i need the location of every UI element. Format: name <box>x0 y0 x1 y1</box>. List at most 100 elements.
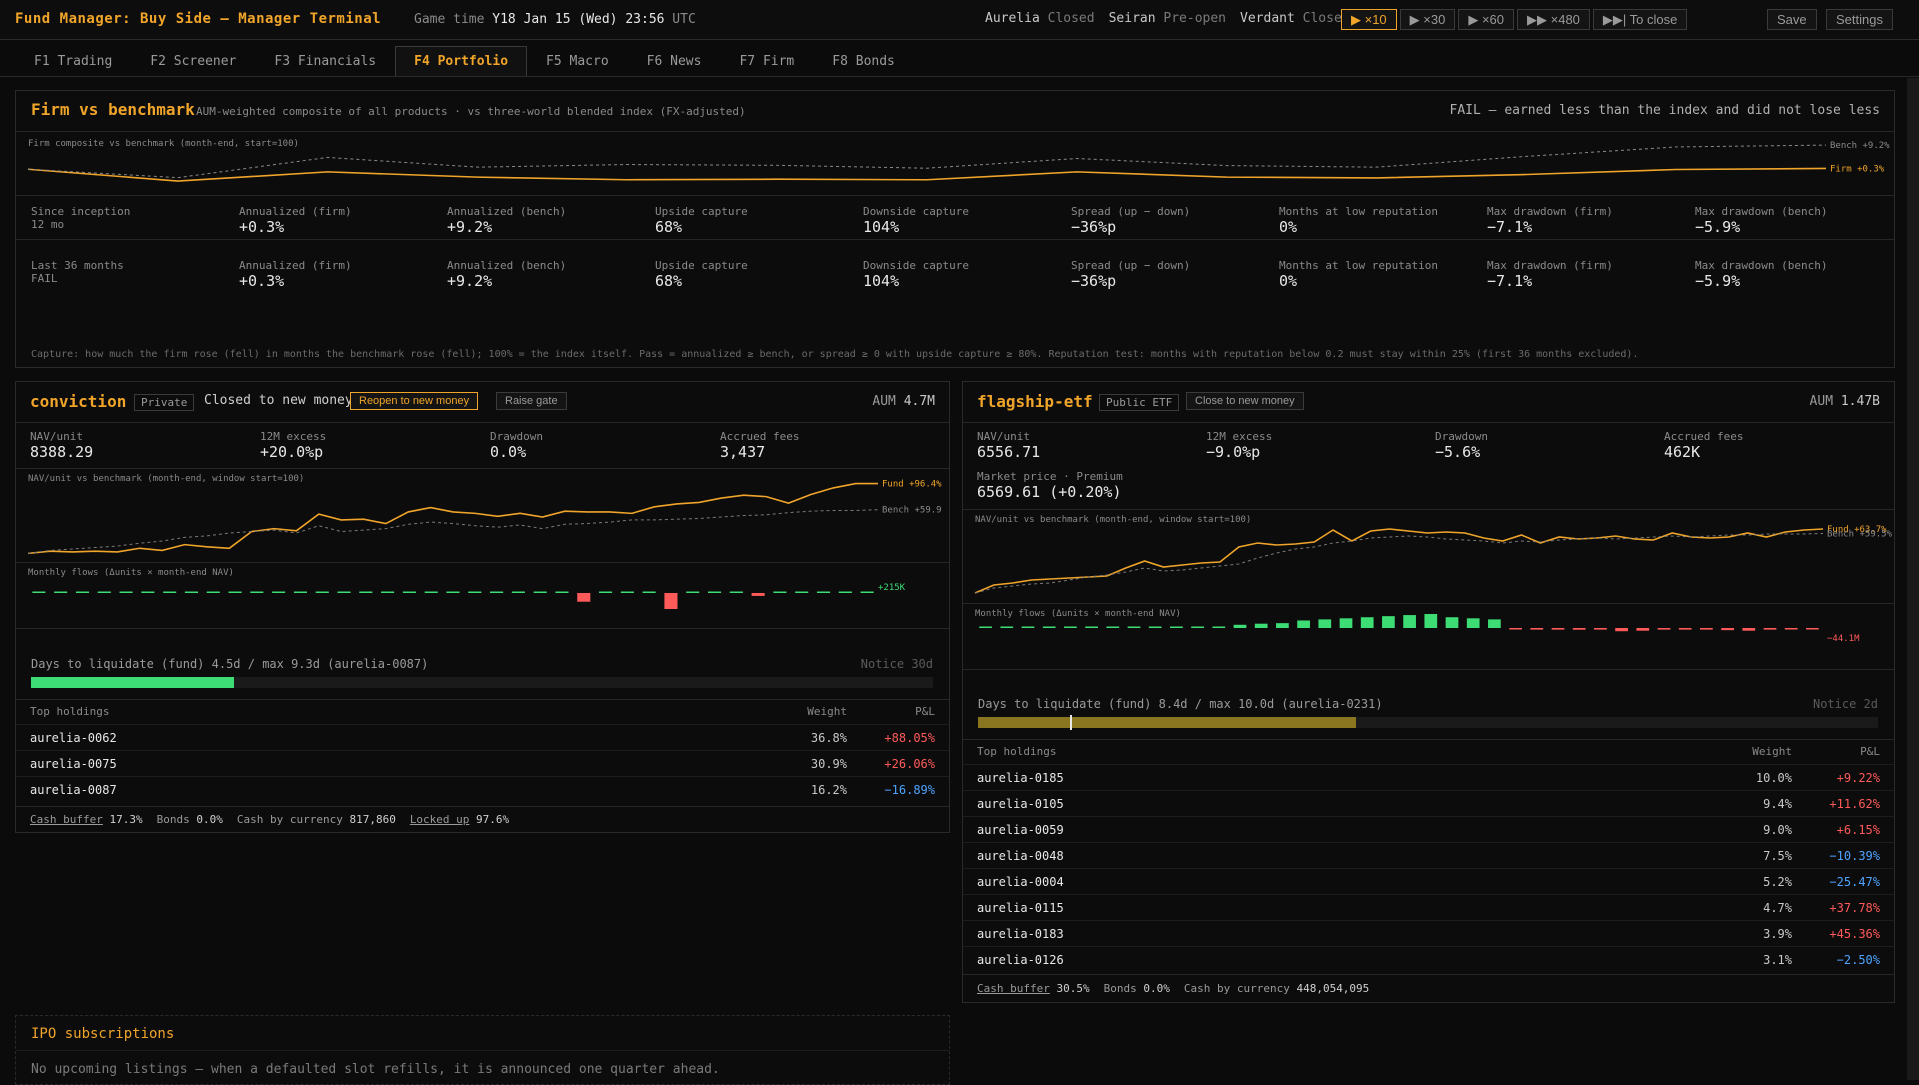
fund-stats: NAV/unit 8388.29 12M excess +20.0%p Drawdown… <box>16 422 949 466</box>
market-price-label: Market price · Premium <box>977 470 1123 483</box>
tab-trading[interactable]: F1 Trading <box>15 46 131 77</box>
series-line-bench <box>974 533 1824 594</box>
holding-ticker[interactable]: aurelia-0048 <box>977 849 1064 863</box>
stat-label: Months at low reputation <box>1279 205 1438 218</box>
holding-row[interactable]: aurelia-0048 7.5% −10.39% <box>963 842 1894 868</box>
holding-row[interactable]: aurelia-0115 4.7% +37.78% <box>963 894 1894 920</box>
speed-button-2[interactable]: ▶ ×60 <box>1458 9 1515 30</box>
holding-pnl: −2.50% <box>1836 953 1880 967</box>
holding-row[interactable]: aurelia-0062 36.8% +88.05% <box>16 724 949 750</box>
stat-label: NAV/unit <box>30 430 83 443</box>
flow-bar <box>773 591 787 593</box>
stat-period: Last 36 months FAIL <box>31 259 124 285</box>
stat-value: −9.0%p <box>1206 443 1261 461</box>
firm-verdict: FAIL — earned less than the index and di… <box>1449 103 1880 118</box>
holding-row[interactable]: aurelia-0087 16.2% −16.89% <box>16 776 949 802</box>
holding-ticker[interactable]: aurelia-0105 <box>977 797 1064 811</box>
reopen-to-new-money-button[interactable]: Reopen to new money <box>350 392 479 410</box>
page-scrollbar[interactable] <box>1907 78 1919 1080</box>
divider <box>16 131 1894 132</box>
raise-gate-button[interactable]: Raise gate <box>496 392 567 410</box>
holding-row[interactable]: aurelia-0004 5.2% −25.47% <box>963 868 1894 894</box>
holding-ticker[interactable]: aurelia-0004 <box>977 875 1064 889</box>
series-end-label: Fund +96.4% <box>882 480 942 490</box>
speed-button-0[interactable]: ▶ ×10 <box>1341 9 1397 30</box>
liquidation-label: Days to liquidate (fund) 4.5d / max 9.3d… <box>31 657 429 671</box>
holding-row[interactable]: aurelia-0183 3.9% +45.36% <box>963 920 1894 946</box>
stat-value: −36%p <box>1071 218 1117 236</box>
holding-ticker[interactable]: aurelia-0075 <box>30 757 117 771</box>
stat-label: Drawdown <box>1435 430 1488 443</box>
tab-macro[interactable]: F5 Macro <box>527 46 628 77</box>
flow-bar <box>381 591 395 593</box>
flow-bar <box>1170 626 1183 628</box>
holding-row[interactable]: aurelia-0075 30.9% +26.06% <box>16 750 949 776</box>
flow-bar <box>402 591 416 593</box>
save-button[interactable]: Save <box>1767 9 1817 30</box>
holding-ticker[interactable]: aurelia-0185 <box>977 771 1064 785</box>
flow-bar <box>293 591 307 593</box>
flow-bar <box>315 591 329 593</box>
flow-bar <box>1000 626 1014 628</box>
holdings-col-pnl: P&L <box>1860 745 1880 758</box>
divider <box>963 974 1894 975</box>
fund-name: flagship-etf <box>977 392 1093 411</box>
fund-type-tag: Private <box>134 394 195 411</box>
tab-news[interactable]: F6 News <box>628 46 721 77</box>
stat-label: Max drawdown (bench) <box>1695 205 1828 218</box>
flow-bar <box>490 591 504 593</box>
speed-button-4[interactable]: ▶▶| To close <box>1592 9 1688 30</box>
settings-button[interactable]: Settings <box>1826 9 1893 30</box>
flow-bar <box>708 591 722 593</box>
holding-row[interactable]: aurelia-0105 9.4% +11.62% <box>963 790 1894 816</box>
fund-footer: Cash buffer 17.3% Bonds 0.0% Cash by curre… <box>30 813 523 826</box>
tab-financials[interactable]: F3 Financials <box>255 46 395 77</box>
market-name: Seiran <box>1108 11 1156 26</box>
flow-bar <box>1763 628 1777 630</box>
holding-weight: 7.5% <box>1763 849 1792 863</box>
holding-row[interactable]: aurelia-0126 3.1% −2.50% <box>963 946 1894 972</box>
holding-ticker[interactable]: aurelia-0087 <box>30 783 117 797</box>
footer-label[interactable]: Cash buffer <box>30 813 103 826</box>
footer-value: 30.5% <box>1056 982 1090 995</box>
footer-value: 0.0% <box>1143 982 1170 995</box>
holding-ticker[interactable]: aurelia-0062 <box>30 731 117 745</box>
holding-ticker[interactable]: aurelia-0126 <box>977 953 1064 967</box>
flow-bar <box>1784 628 1798 630</box>
liquidation-label: Days to liquidate (fund) 8.4d / max 10.0… <box>978 697 1383 711</box>
flow-bar <box>163 591 177 593</box>
flow-bar <box>1509 628 1522 630</box>
flow-bar <box>141 591 155 593</box>
close-to-new-money-button[interactable]: Close to new money <box>1186 392 1304 410</box>
holding-row[interactable]: aurelia-0185 10.0% +9.22% <box>963 764 1894 790</box>
holding-row[interactable]: aurelia-0059 9.0% +6.15% <box>963 816 1894 842</box>
market-status-list: Aurelia Closed Seiran Pre-open Verdant Clo… <box>985 11 1364 26</box>
game-clock: Game time Y18 Jan 15 (Wed) 23:56 UTC <box>414 12 696 27</box>
footer-label[interactable]: Cash buffer <box>977 982 1050 995</box>
holding-ticker[interactable]: aurelia-0115 <box>977 901 1064 915</box>
tab-screener[interactable]: F2 Screener <box>131 46 255 77</box>
chart-title: Monthly flows (Δunits × month-end NAV) <box>975 609 1181 619</box>
holdings-col-weight: Weight <box>807 705 847 718</box>
footer-label[interactable]: Locked up <box>410 813 470 826</box>
holding-ticker[interactable]: aurelia-0059 <box>977 823 1064 837</box>
speed-button-1[interactable]: ▶ ×30 <box>1399 9 1456 30</box>
fund-type-tag: Public ETF <box>1099 394 1180 411</box>
flow-bar <box>424 591 438 593</box>
holdings-col-weight: Weight <box>1752 745 1792 758</box>
tab-firm[interactable]: F7 Firm <box>720 46 813 77</box>
stat-value: 68% <box>655 272 683 290</box>
firm-panel-title: Firm vs benchmark <box>31 100 195 119</box>
holding-ticker[interactable]: aurelia-0183 <box>977 927 1064 941</box>
tab-portfolio[interactable]: F4 Portfolio <box>395 46 528 77</box>
holdings-col-pnl: P&L <box>915 705 935 718</box>
holding-weight: 4.7% <box>1763 901 1792 915</box>
series-line-bench <box>27 509 879 554</box>
game-clock-label: Game time <box>414 12 485 27</box>
stat-label: Annualized (firm) <box>239 205 352 218</box>
holding-pnl: +6.15% <box>1836 823 1880 837</box>
holding-weight: 10.0% <box>1755 771 1792 785</box>
speed-button-3[interactable]: ▶▶ ×480 <box>1517 9 1590 30</box>
tab-bonds[interactable]: F8 Bonds <box>813 46 914 77</box>
top-bar: Fund Manager: Buy Side — Manager Termina… <box>0 0 1919 40</box>
